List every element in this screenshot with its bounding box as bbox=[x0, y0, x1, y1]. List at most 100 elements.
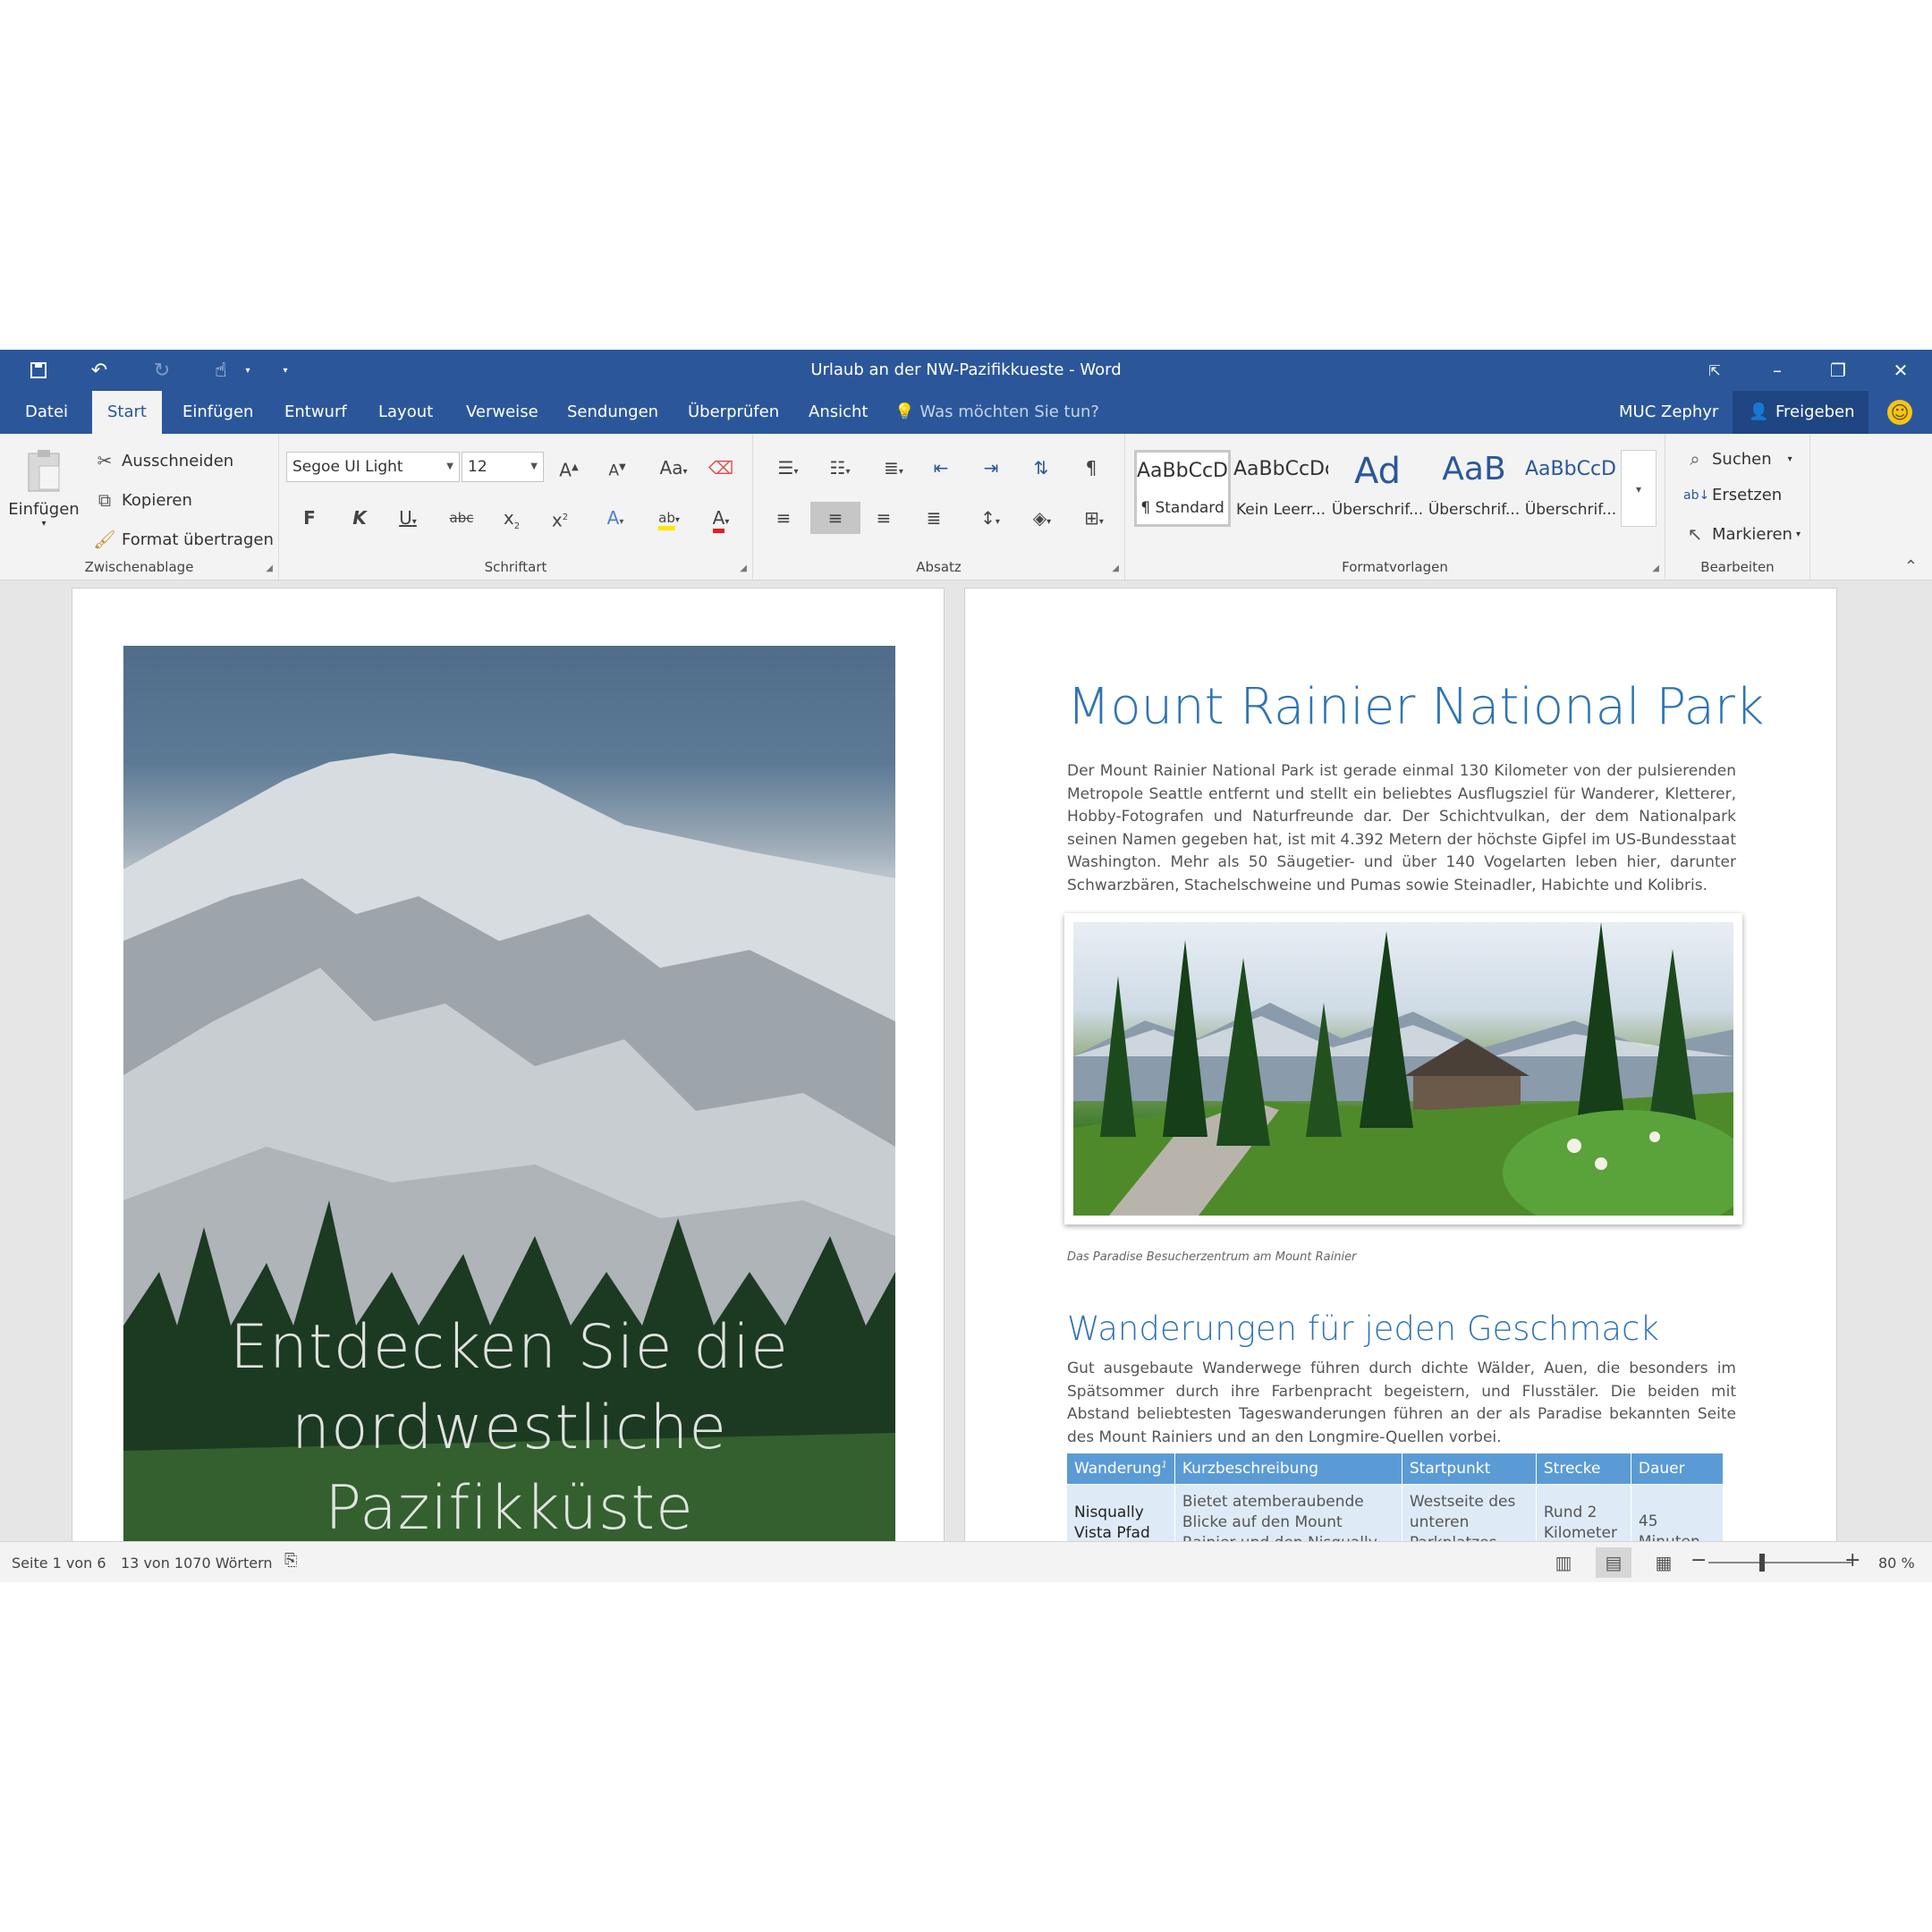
copy-button[interactable]: ⧉ Kopieren bbox=[93, 489, 192, 511]
align-center-icon[interactable]: ≡ bbox=[810, 502, 860, 534]
increase-indent-icon[interactable]: ⇥ bbox=[975, 452, 1007, 484]
find-button[interactable]: ⌕ Suchen ▾ bbox=[1683, 448, 1792, 470]
document-canvas[interactable]: Entdecken Sie die nordwestliche Pazifikk… bbox=[0, 580, 1932, 1541]
strikethrough-button[interactable]: abc bbox=[445, 502, 478, 534]
font-size-combobox[interactable]: 12 ▼ bbox=[462, 452, 544, 482]
underline-button[interactable]: U▾ bbox=[392, 502, 424, 534]
zoom-slider-thumb[interactable] bbox=[1759, 1554, 1765, 1572]
minimize-icon[interactable]: – bbox=[1762, 355, 1792, 386]
borders-icon[interactable]: ⊞▾ bbox=[1072, 502, 1116, 534]
restore-icon[interactable]: ❐ bbox=[1823, 355, 1853, 386]
highlight-button[interactable]: ab▾ bbox=[646, 502, 692, 534]
paragraph-launcher-icon[interactable]: ◢ bbox=[1112, 564, 1119, 573]
title-bar: ↶ ↻ ☝ ▾ ▾ Urlaub an der NW-Pazifikkueste… bbox=[0, 350, 1932, 391]
hikes-paragraph: Gut ausgebaute Wanderwege führen durch d… bbox=[1067, 1360, 1736, 1446]
tab-insert[interactable]: Einfügen bbox=[182, 391, 253, 434]
zoom-in-icon[interactable]: + bbox=[1844, 1549, 1860, 1572]
format-painter-button[interactable]: 🖌 Format übertragen bbox=[93, 529, 274, 550]
paste-dropdown-icon: ▾ bbox=[41, 519, 47, 529]
print-layout-icon[interactable]: ▤ bbox=[1596, 1547, 1631, 1578]
format-painter-label: Format übertragen bbox=[122, 530, 274, 549]
change-case-button[interactable]: Aa▾ bbox=[651, 452, 696, 484]
clipboard-group-label: Zwischenablage bbox=[84, 559, 194, 575]
close-icon[interactable]: ✕ bbox=[1885, 355, 1916, 386]
page-count[interactable]: Seite 1 von 6 bbox=[12, 1555, 106, 1572]
photo-content bbox=[1073, 922, 1733, 1216]
numbering-icon[interactable]: ☷▾ bbox=[818, 452, 862, 484]
superscript-glyph: x bbox=[551, 509, 563, 531]
style-no-spacing[interactable]: AaBbCcDc Kein Leerr... bbox=[1233, 450, 1329, 527]
zoom-slider[interactable] bbox=[1708, 1562, 1852, 1563]
select-label: Markieren bbox=[1712, 524, 1792, 544]
window-title: Urlaub an der NW-Pazifikkueste - Word bbox=[810, 360, 1122, 379]
style-no-spacing-preview: AaBbCcDc bbox=[1233, 458, 1328, 480]
table-cell: Bietet atemberaubende Blicke auf den Mou… bbox=[1174, 1483, 1402, 1541]
clear-formatting-icon[interactable]: ⌫ bbox=[705, 452, 737, 484]
account-name[interactable]: MUC Zephyr bbox=[1619, 391, 1718, 434]
style-heading3[interactable]: AaBbCcD Überschrif... bbox=[1522, 450, 1619, 527]
show-marks-button[interactable]: ¶ bbox=[1075, 452, 1107, 484]
tab-mailings[interactable]: Sendungen bbox=[567, 391, 658, 434]
tab-file[interactable]: Datei bbox=[25, 391, 68, 434]
align-left-icon[interactable]: ≡ bbox=[767, 502, 800, 534]
font-color-button[interactable]: A▾ bbox=[698, 502, 744, 534]
styles-launcher-icon[interactable]: ◢ bbox=[1652, 564, 1659, 573]
sort-icon[interactable]: ⇅ bbox=[1025, 452, 1057, 484]
italic-button[interactable]: K bbox=[343, 502, 376, 534]
tab-layout[interactable]: Layout bbox=[378, 391, 433, 434]
select-button[interactable]: ↖ Markieren ▾ bbox=[1683, 523, 1801, 545]
read-mode-icon[interactable]: ▥ bbox=[1546, 1547, 1581, 1578]
bold-button[interactable]: F bbox=[293, 502, 326, 534]
style-heading2[interactable]: AaB Überschrif... bbox=[1426, 450, 1522, 527]
tab-home[interactable]: Start bbox=[92, 391, 162, 434]
table-header-cell: Dauer bbox=[1631, 1453, 1724, 1484]
table-header-cell: Kurzbeschreibung bbox=[1174, 1453, 1402, 1484]
tell-me-search[interactable]: 💡 Was möchten Sie tun? bbox=[894, 391, 1099, 434]
shading-icon[interactable]: ◈▾ bbox=[1020, 502, 1064, 534]
style-heading1[interactable]: Ad Überschrif... bbox=[1329, 450, 1426, 527]
replace-icon: ab↓ bbox=[1683, 487, 1710, 503]
ribbon-display-options-icon[interactable]: ⇱ bbox=[1699, 355, 1730, 386]
zoom-level[interactable]: 80 % bbox=[1878, 1555, 1915, 1572]
share-button[interactable]: 👤 Freigeben bbox=[1733, 391, 1868, 434]
justify-icon[interactable]: ≣ bbox=[918, 502, 950, 534]
line-spacing-icon[interactable]: ↕▾ bbox=[968, 502, 1013, 534]
header-hike: Wanderung bbox=[1074, 1459, 1162, 1478]
cut-button[interactable]: ✂ Ausschneiden bbox=[93, 450, 234, 471]
grow-font-button[interactable]: A▲ bbox=[553, 452, 585, 484]
style-heading1-name: Überschrif... bbox=[1331, 501, 1424, 519]
feedback-smiley-icon[interactable]: ☺ bbox=[1887, 400, 1912, 425]
share-label: Freigeben bbox=[1775, 402, 1855, 421]
web-layout-icon[interactable]: ▦ bbox=[1646, 1547, 1682, 1578]
styles-more-icon[interactable]: ▾ bbox=[1621, 450, 1657, 527]
tab-references[interactable]: Verweise bbox=[466, 391, 538, 434]
multilevel-list-icon[interactable]: ≣▾ bbox=[871, 452, 916, 484]
editing-group: ⌕ Suchen ▾ ab↓ Ersetzen ↖ Markieren ▾ Bearbei… bbox=[1665, 434, 1810, 580]
copy-icon: ⧉ bbox=[97, 489, 112, 511]
change-case-glyph: Aa bbox=[659, 457, 683, 479]
decrease-indent-icon[interactable]: ⇤ bbox=[925, 452, 957, 484]
tab-design[interactable]: Entwurf bbox=[284, 391, 347, 434]
superscript-button[interactable]: x2 bbox=[544, 502, 576, 534]
subscript-button[interactable]: x2 bbox=[496, 502, 528, 534]
style-heading3-name: Überschrif... bbox=[1524, 501, 1617, 519]
style-heading2-preview: AaB bbox=[1442, 451, 1506, 487]
tab-review[interactable]: Überprüfen bbox=[688, 391, 779, 434]
table-cell: Westseite des unteren Parkplatzes bbox=[1402, 1483, 1537, 1541]
style-standard[interactable]: AaBbCcD ¶ Standard bbox=[1134, 450, 1231, 527]
collapse-ribbon-icon[interactable]: ⌃ bbox=[1904, 557, 1918, 576]
text-effects-button[interactable]: A▾ bbox=[594, 502, 637, 534]
shrink-font-button[interactable]: A▼ bbox=[601, 452, 633, 484]
zoom-out-icon[interactable]: − bbox=[1690, 1549, 1707, 1572]
replace-button[interactable]: ab↓ Ersetzen bbox=[1683, 486, 1782, 504]
font-name-combobox[interactable]: Segoe UI Light ▼ bbox=[286, 452, 460, 482]
proofing-icon[interactable]: ⎘ bbox=[284, 1551, 297, 1570]
word-count[interactable]: 13 von 1070 Wörtern bbox=[121, 1555, 273, 1572]
clipboard-launcher-icon[interactable]: ◢ bbox=[266, 564, 273, 573]
bullets-icon[interactable]: ☰▾ bbox=[766, 452, 810, 484]
tab-view[interactable]: Ansicht bbox=[809, 391, 868, 434]
paste-button[interactable]: Einfügen ▾ bbox=[8, 448, 80, 529]
table-header-cell: Wanderung1 bbox=[1067, 1453, 1175, 1484]
font-launcher-icon[interactable]: ◢ bbox=[740, 564, 747, 573]
align-right-icon[interactable]: ≡ bbox=[868, 502, 900, 534]
